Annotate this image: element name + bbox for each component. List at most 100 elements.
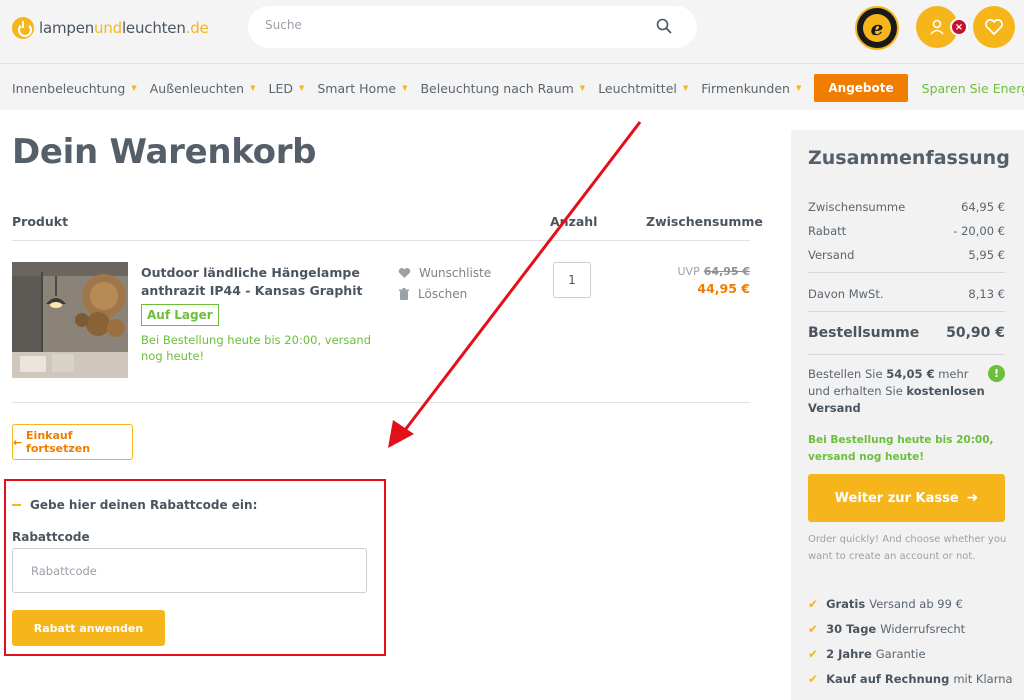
table-divider [12,402,750,403]
summary-delivery-info: Bei Bestellung heute bis 20:00, versand … [808,434,994,463]
caret-down-icon: ▼ [682,84,689,92]
logo-text-part: und [94,19,122,37]
nav-divider [0,63,1024,64]
item-price: 44,95 € [697,281,750,296]
arrow-left-icon: ← [13,435,27,449]
delete-label: Löschen [418,287,468,301]
caret-down-icon: ▼ [795,84,802,92]
summary-value: 5,95 € [968,248,1005,262]
search-icon[interactable] [656,18,672,34]
usp-bold: Gratis [826,597,866,611]
heart-icon [398,268,411,278]
logo-text-part: leuchten [121,19,186,37]
page-title: Dein Warenkorb [12,132,317,172]
main-nav: Innenbeleuchtung ▼ Außenleuchten ▼ LED ▼ Sm… [12,72,1024,104]
nav-item-label: Außenleuchten [149,80,245,96]
product-photo [12,262,128,378]
summary-label: Zwischensumme [808,200,906,214]
summary-label: Rabatt [808,224,847,238]
logout-badge[interactable]: × [950,18,968,36]
summary-label: Versand [808,248,855,262]
usp-text: Garantie [875,647,926,661]
remove-item-link[interactable]: Löschen [398,287,467,301]
nav-item-leuchtmittel[interactable]: Leuchtmittel ▼ [598,81,688,96]
arrow-right-icon: ➜ [966,490,979,506]
usp-text: Versand ab 99 € [869,597,963,611]
nav-item-label: Smart Home [317,80,397,96]
logo-text-part: .de [185,19,209,37]
usp-text: mit Klarna [953,672,1013,686]
order-total-value: 50,90 € [946,325,1005,341]
nav-item-smart-home[interactable]: Smart Home ▼ [317,81,407,96]
trusted-shops-badge[interactable]: e [855,6,899,50]
nav-item-led[interactable]: LED ▼ [268,81,304,96]
column-header-quantity: Anzahl [550,214,598,229]
product-image[interactable] [12,262,128,378]
summary-value: 8,13 € [968,287,1005,301]
free-shipping-text: Bestellen Sie [808,367,887,381]
usp-text: Widerrufsrecht [880,622,966,636]
trusted-shops-letter: e [863,14,891,42]
summary-row-discount: Rabatt - 20,00 € [808,224,1005,238]
site-logo[interactable]: lampenundleuchten.de [12,17,209,39]
checkout-button[interactable]: Weiter zur Kasse ➜ [808,474,1005,522]
nav-item-firmenkunden[interactable]: Firmenkunden ▼ [701,81,801,96]
column-header-product: Produkt [12,214,69,229]
user-icon [930,19,944,35]
continue-shopping-button[interactable]: ← Einkauf fortsetzen [12,424,133,460]
heart-icon [985,19,1003,35]
check-icon: ✔ [808,622,819,636]
nav-energy-link[interactable]: Sparen Sie Energie❦ [922,81,1024,96]
usp-item: ✔ Gratis Versand ab 99 € [808,597,963,611]
usp-bold: 2 Jahre [826,647,872,661]
caret-down-icon: ▼ [579,84,586,92]
nav-item-innenbeleuchtung[interactable]: Innenbeleuchtung ▼ [12,81,137,96]
coupon-toggle[interactable]: Gebe hier deinen Rabattcode ein: [12,498,257,512]
summary-value: 64,95 € [961,200,1005,214]
trash-icon [399,287,409,300]
summary-divider [808,272,1005,273]
power-logo-icon [12,17,34,39]
free-shipping-notice: Bestellen Sie 54,05 € mehr und erhalten … [808,366,988,417]
usp-item: ✔ Kauf auf Rechnung mit Klarna [808,672,1013,686]
check-icon: ✔ [808,672,819,686]
continue-shopping-label: Einkauf fortsetzen [26,429,91,455]
coupon-label: Rabattcode [12,530,90,544]
order-total-label: Bestellsumme [808,325,920,341]
caret-down-icon: ▼ [131,84,137,92]
summary-row-subtotal: Zwischensumme 64,95 € [808,200,1005,214]
site-header: lampenundleuchten.de e × Innenbeleuchtun… [0,0,1024,110]
stock-badge: Auf Lager [141,304,219,326]
nav-energy-label: Sparen Sie Energie [921,80,1024,96]
check-icon: ✔ [808,597,819,611]
caret-down-icon: ▼ [402,84,408,92]
wishlist-button[interactable] [973,6,1015,48]
caret-down-icon: ▼ [298,84,305,92]
search-input[interactable] [265,18,635,32]
apply-coupon-button[interactable]: Rabatt anwenden [12,610,165,646]
minus-icon [12,504,21,506]
column-header-subtotal: Zwischensumme [646,214,763,229]
caret-down-icon: ▼ [250,84,256,92]
nav-item-beleuchtung-nach-raum[interactable]: Beleuchtung nach Raum ▼ [420,81,585,96]
order-note: Order quickly! And choose whether you wa… [808,534,1007,562]
summary-value: - 20,00 € [953,224,1005,238]
coupon-heading: Gebe hier deinen Rabattcode ein: [30,498,258,512]
quantity-input[interactable]: 1 [553,262,591,298]
search-bar [248,6,697,48]
uvp-old-price: 64,95 € [703,265,750,278]
nav-item-label: Innenbeleuchtung [12,80,126,96]
summary-label: Davon MwSt. [808,287,884,301]
usp-bold: Kauf auf Rechnung [826,672,950,686]
coupon-input[interactable] [12,548,367,593]
nav-item-label: Firmenkunden [701,80,790,96]
add-to-wishlist-link[interactable]: Wunschliste [398,266,491,280]
info-icon[interactable]: ! [988,365,1005,382]
product-name[interactable]: Outdoor ländliche Hängelampe anthrazit I… [141,264,366,300]
nav-item-aussenleuchten[interactable]: Außenleuchten ▼ [150,81,256,96]
usp-bold: 30 Tage [826,622,877,636]
nav-item-label: LED [268,80,293,96]
checkout-label: Weiter zur Kasse [834,490,959,506]
nav-offers-button[interactable]: Angebote [814,74,908,102]
uvp-label: UVP [677,265,700,278]
